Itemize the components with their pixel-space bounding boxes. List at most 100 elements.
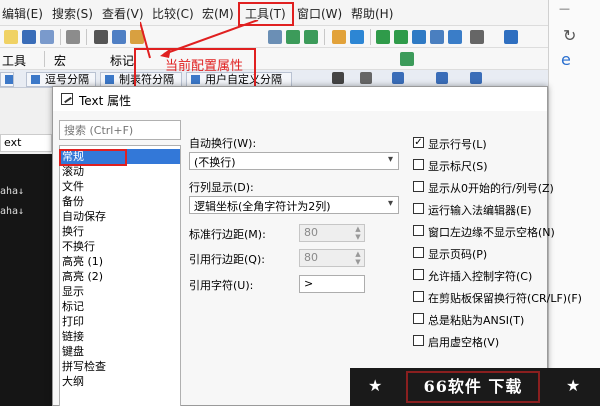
checkbox-label: 显示从0开始的行/列号(Z) bbox=[428, 182, 554, 195]
column-display-label: 行列显示(D): bbox=[189, 181, 254, 194]
settings-search-input[interactable] bbox=[59, 120, 181, 140]
checkbox-icon bbox=[413, 203, 424, 214]
toolbar-separator bbox=[44, 51, 45, 67]
category-print[interactable]: 打印 bbox=[60, 314, 180, 329]
checkbox-icon bbox=[413, 269, 424, 280]
toolbar-separator bbox=[324, 29, 325, 45]
checkbox-icon bbox=[413, 225, 424, 236]
menu-help[interactable]: 帮助(H) bbox=[351, 5, 393, 22]
std-margin-field[interactable]: 80 ▲ ▼ bbox=[299, 224, 365, 242]
mark-label: 标记 bbox=[110, 54, 135, 68]
marker-icon[interactable] bbox=[332, 30, 346, 44]
category-mark[interactable]: 标记 bbox=[60, 299, 180, 314]
category-keyboard[interactable]: 键盘 bbox=[60, 344, 180, 359]
split-icon[interactable] bbox=[394, 30, 408, 44]
menu-window[interactable]: 窗口(W) bbox=[297, 5, 342, 22]
table-icon[interactable] bbox=[436, 72, 448, 84]
grid-icon[interactable] bbox=[376, 30, 390, 44]
editor-line: aha↓ bbox=[0, 186, 25, 197]
list-icon[interactable] bbox=[430, 30, 444, 44]
category-highlight-1[interactable]: 高亮 (1) bbox=[60, 254, 180, 269]
quote-char-input[interactable]: > bbox=[299, 275, 365, 293]
print-icon[interactable] bbox=[66, 30, 80, 44]
checkbox-label: 允许插入控制字符(C) bbox=[428, 270, 533, 283]
category-spellcheck[interactable]: 拼写检查 bbox=[60, 359, 180, 374]
column-display-value: 逻辑坐标(全角字符计为2列) bbox=[194, 200, 331, 213]
quote-margin-field[interactable]: 80 ▲ ▼ bbox=[299, 249, 365, 267]
open-icon[interactable] bbox=[4, 30, 18, 44]
category-autosave[interactable]: 自动保存 bbox=[60, 209, 180, 224]
wrench-icon[interactable] bbox=[360, 72, 372, 84]
tools-label: 工具 bbox=[2, 54, 27, 68]
editor-area[interactable]: aha↓ aha↓ bbox=[0, 154, 52, 406]
quote-char-label: 引用字符(U): bbox=[189, 279, 254, 292]
spin-arrows-icon: ▲ ▼ bbox=[355, 225, 361, 241]
tab-comma[interactable]: 逗号分隔 bbox=[26, 72, 96, 87]
auto-wrap-value: (不换行) bbox=[194, 156, 236, 169]
macro-label: 宏 bbox=[54, 54, 67, 68]
menu-edit[interactable]: 编辑(E) bbox=[2, 5, 43, 22]
category-display[interactable]: 显示 bbox=[60, 284, 180, 299]
category-list: 常规 滚动 文件 备份 自动保存 换行 不换行 高亮 (1) 高亮 (2) 显示… bbox=[59, 145, 181, 406]
quote-margin-label: 引用行边距(Q): bbox=[189, 253, 265, 266]
auto-wrap-label: 自动换行(W): bbox=[189, 137, 257, 150]
sort-icon[interactable] bbox=[470, 72, 482, 84]
star-icon: ★ bbox=[566, 376, 581, 395]
checkbox-label: 显示行号(L) bbox=[428, 138, 487, 151]
browser-strip: — ↻ e bbox=[548, 0, 600, 406]
checkbox-label: 显示页码(P) bbox=[428, 248, 488, 261]
pen-icon bbox=[61, 93, 73, 105]
save-all-icon[interactable] bbox=[40, 30, 54, 44]
annotation-label: 当前配置属性 bbox=[165, 59, 244, 74]
refresh-icon[interactable]: ↻ bbox=[563, 26, 576, 45]
checkbox-checked-icon: ✓ bbox=[413, 137, 424, 148]
category-outline[interactable]: 大纲 bbox=[60, 374, 180, 389]
globe-icon[interactable] bbox=[504, 30, 518, 44]
toolbar-separator bbox=[370, 29, 371, 45]
checkbox-label: 在剪贴板保留换行符(CR/LF)(F) bbox=[428, 292, 582, 305]
category-scroll[interactable]: 滚动 bbox=[60, 164, 180, 179]
file-tab[interactable]: ext bbox=[0, 134, 52, 152]
browser-e-icon[interactable]: e bbox=[561, 50, 571, 69]
spin-arrows-icon: ▲ ▼ bbox=[355, 250, 361, 266]
column-display-select[interactable]: 逻辑坐标(全角字符计为2列) ▾ bbox=[189, 196, 399, 214]
menu-view[interactable]: 查看(V) bbox=[102, 5, 144, 22]
category-file[interactable]: 文件 bbox=[60, 179, 180, 194]
checkbox-icon bbox=[413, 159, 424, 170]
category-no-wrap[interactable]: 不换行 bbox=[60, 239, 180, 254]
columns-icon[interactable] bbox=[392, 72, 404, 84]
cut-icon[interactable] bbox=[94, 30, 108, 44]
checkbox-icon bbox=[413, 291, 424, 302]
save-icon[interactable] bbox=[22, 30, 36, 44]
auto-wrap-select[interactable]: (不换行) ▾ bbox=[189, 152, 399, 170]
checkbox-label: 总是粘贴为ANSI(T) bbox=[428, 314, 525, 327]
dialog-title: Text 属性 bbox=[79, 94, 132, 108]
annotation-arrow-icon bbox=[140, 20, 259, 59]
category-backup[interactable]: 备份 bbox=[60, 194, 180, 209]
category-highlight-2[interactable]: 高亮 (2) bbox=[60, 269, 180, 284]
menu-search[interactable]: 搜索(S) bbox=[52, 5, 93, 22]
find-prev-icon[interactable] bbox=[304, 30, 318, 44]
text-properties-dialog: Text 属性 常规 滚动 文件 备份 自动保存 换行 不换行 高亮 (1) 高… bbox=[52, 86, 582, 406]
checkbox-icon bbox=[413, 181, 424, 192]
category-link[interactable]: 链接 bbox=[60, 329, 180, 344]
plus-icon[interactable] bbox=[332, 72, 344, 84]
minimize-icon[interactable]: — bbox=[559, 2, 570, 15]
window-icon[interactable] bbox=[412, 30, 426, 44]
filter-icon[interactable] bbox=[350, 30, 364, 44]
document-icon[interactable] bbox=[470, 30, 484, 44]
std-margin-value: 80 bbox=[304, 226, 318, 239]
watermark-text: 66软件 下载 bbox=[406, 371, 540, 403]
zoom-icon[interactable] bbox=[400, 52, 414, 66]
chevron-down-icon: ▾ bbox=[387, 198, 393, 209]
copy-icon[interactable] bbox=[112, 30, 126, 44]
checkbox-label: 窗口左边缘不显示空格(N) bbox=[428, 226, 555, 239]
category-wrap[interactable]: 换行 bbox=[60, 224, 180, 239]
editor-line: aha↓ bbox=[0, 206, 25, 217]
undo-icon[interactable] bbox=[448, 30, 462, 44]
std-margin-label: 标准行边距(M): bbox=[189, 228, 266, 241]
menu-bar: 编辑(E) 搜索(S) 查看(V) 比较(C) 宏(M) 工具(T) 窗口(W)… bbox=[0, 0, 600, 26]
dialog-title-bar[interactable]: Text 属性 bbox=[53, 87, 547, 111]
checkbox-label: 运行输入法编辑器(E) bbox=[428, 204, 532, 217]
tab-overflow[interactable] bbox=[0, 72, 14, 87]
